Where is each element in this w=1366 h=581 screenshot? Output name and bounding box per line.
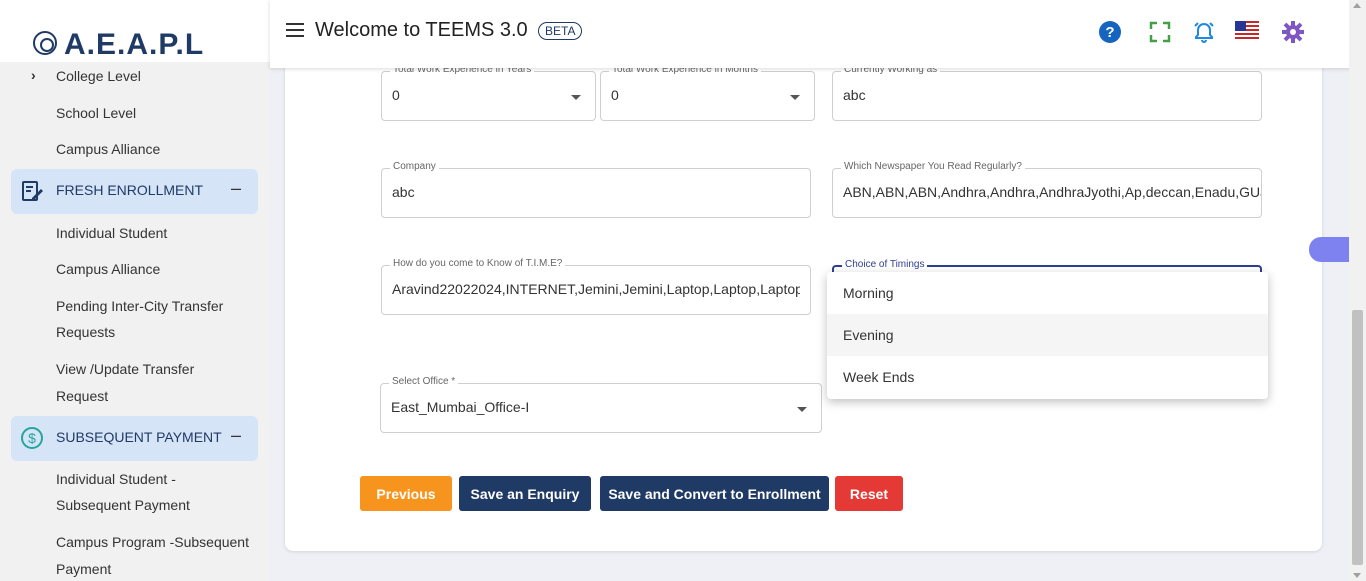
field-value: abc — [392, 184, 415, 200]
sidebar-section-label: FRESH ENROLLMENT — [56, 182, 204, 198]
settings-gear-icon[interactable] — [1281, 20, 1305, 44]
edit-form-icon — [22, 181, 43, 201]
svg-text:$: $ — [28, 430, 36, 446]
total-exp-months-select[interactable]: Total Work Experience in Months 0 — [600, 64, 815, 121]
page-scrollbar[interactable] — [1349, 0, 1366, 581]
chevron-right-icon[interactable]: › — [31, 67, 36, 83]
top-header: Welcome to TEEMS 3.0 BETA ? — [270, 0, 1366, 68]
sidebar-item-campus-alliance[interactable]: Campus Alliance — [56, 136, 160, 162]
sidebar-item-individual-subsequent-2[interactable]: Subsequent Payment — [56, 492, 190, 518]
sidebar-item-college-level[interactable]: College Level — [56, 63, 141, 89]
save-enquiry-button[interactable]: Save an Enquiry — [459, 476, 591, 511]
field-value: abc — [843, 87, 866, 103]
currently-working-input[interactable]: Currently Working as abc — [832, 64, 1262, 121]
sidebar-section-fresh-enrollment[interactable]: FRESH ENROLLMENT – — [11, 169, 258, 214]
dropdown-arrow-icon — [797, 407, 807, 412]
dollar-circle-icon: $ — [21, 427, 43, 449]
field-value: Aravind22022024,INTERNET,Jemini,Jemini,L… — [392, 281, 800, 297]
select-office-select[interactable]: Select Office * East_Mumbai_Office-I — [380, 376, 822, 433]
sidebar-item-individual-student[interactable]: Individual Student — [56, 220, 167, 246]
option-morning[interactable]: Morning — [827, 272, 1268, 314]
beta-badge: BETA — [538, 22, 583, 40]
collapse-icon[interactable]: – — [231, 425, 241, 446]
field-label: Which Newspaper You Read Regularly? — [841, 161, 1025, 172]
sidebar-section-subsequent-payment[interactable]: $ SUBSEQUENT PAYMENT – — [11, 416, 258, 461]
field-value: 0 — [611, 87, 619, 103]
reset-button[interactable]: Reset — [835, 476, 903, 511]
svg-text:?: ? — [1105, 24, 1114, 41]
bell-alarm-icon[interactable] — [1192, 20, 1216, 44]
field-label: Choice of Timings — [842, 259, 928, 270]
previous-button[interactable]: Previous — [360, 476, 452, 511]
logo-text: A.E.A.P.L — [64, 28, 205, 61]
sidebar-item-view-transfer-2[interactable]: Request — [56, 383, 108, 409]
sidebar-item-campus-subsequent[interactable]: Campus Program -Subsequent — [56, 529, 249, 555]
dropdown-arrow-icon — [790, 95, 800, 100]
company-input[interactable]: Company abc — [381, 161, 811, 218]
field-label: How do you come to Know of T.I.M.E? — [390, 258, 566, 269]
sidebar-section-label: SUBSEQUENT PAYMENT — [56, 429, 222, 445]
save-convert-enrollment-button[interactable]: Save and Convert to Enrollment — [600, 476, 829, 511]
fullscreen-icon[interactable] — [1148, 20, 1172, 44]
option-evening[interactable]: Evening — [827, 314, 1268, 356]
side-tab-handle[interactable] — [1309, 237, 1349, 262]
dropdown-arrow-icon — [571, 95, 581, 100]
logo-emblem-icon — [33, 31, 57, 55]
sidebar-item-school-level[interactable]: School Level — [56, 100, 136, 126]
option-week-ends[interactable]: Week Ends — [827, 356, 1268, 398]
us-flag-icon[interactable] — [1235, 21, 1259, 39]
help-icon[interactable]: ? — [1098, 20, 1122, 44]
page-title: Welcome to TEEMS 3.0 — [315, 19, 528, 41]
scroll-down-arrow-icon[interactable] — [1353, 573, 1361, 578]
know-time-select[interactable]: How do you come to Know of T.I.M.E? Arav… — [381, 258, 811, 315]
field-value: East_Mumbai_Office-I — [391, 399, 530, 415]
field-value: ABN,ABN,ABN,Andhra,Andhra,AndhraJyothi,A… — [843, 184, 1261, 200]
field-value: 0 — [392, 87, 400, 103]
field-label: Select Office * — [389, 376, 459, 387]
timings-dropdown-menu: Morning Evening Week Ends — [827, 272, 1268, 399]
sidebar-item-campus-alliance-2[interactable]: Campus Alliance — [56, 256, 160, 282]
collapse-icon[interactable]: – — [231, 178, 241, 199]
field-label: Company — [390, 161, 439, 172]
sidebar-item-view-transfer[interactable]: View /Update Transfer — [56, 356, 194, 382]
sidebar-item-pending-transfer[interactable]: Pending Inter-City Transfer — [56, 293, 223, 319]
scroll-up-arrow-icon[interactable] — [1353, 3, 1361, 8]
scroll-thumb[interactable] — [1352, 310, 1363, 565]
sidebar-item-individual-subsequent[interactable]: Individual Student - — [56, 466, 176, 492]
menu-icon[interactable] — [286, 23, 304, 37]
total-exp-years-select[interactable]: Total Work Experience in Years 0 — [381, 64, 596, 121]
logo: A.E.A.P.L — [0, 0, 270, 62]
sidebar: A.E.A.P.L › College Level School Level C… — [0, 0, 270, 581]
sidebar-item-pending-transfer-2[interactable]: Requests — [56, 319, 115, 345]
newspaper-select[interactable]: Which Newspaper You Read Regularly? ABN,… — [832, 161, 1262, 218]
sidebar-item-campus-subsequent-2[interactable]: Payment — [56, 556, 111, 581]
